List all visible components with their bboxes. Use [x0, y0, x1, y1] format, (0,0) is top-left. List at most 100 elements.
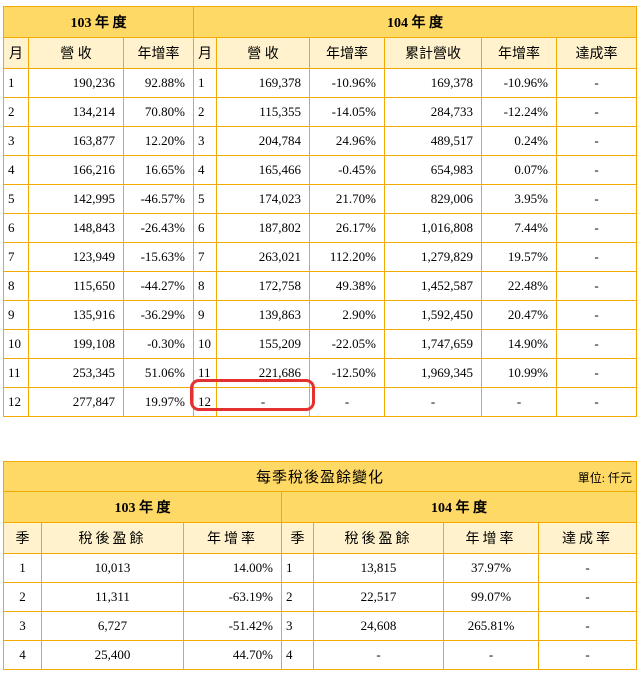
- yoy-cell: 265.81%: [443, 611, 539, 641]
- yoy-cell: -: [309, 387, 385, 417]
- unit-label: 單位: 仟元: [577, 471, 633, 485]
- achievement-rate-cell: -: [537, 640, 638, 670]
- year-103-header: 103 年 度: [3, 6, 194, 38]
- month-cell: 4: [3, 155, 29, 185]
- cumulative-revenue-cell: 1,592,450: [384, 300, 482, 330]
- table-row: 2 11,311 -63.19% 2 22,517 99.07% -: [3, 582, 638, 612]
- month-cell: 5: [3, 184, 29, 214]
- table-row: 3 163,877 12.20% 3 204,784 24.96% 489,517 0.24%…: [3, 126, 637, 156]
- yoy-cell: 14.00%: [183, 553, 282, 583]
- yoy-cell: 44.70%: [183, 640, 282, 670]
- table-row: 7 123,949 -15.63% 7 263,021 112.20% 1,279,829 1…: [3, 242, 637, 272]
- yoy-cell: -36.29%: [123, 300, 194, 330]
- revenue-cell: 166,216: [28, 155, 124, 185]
- quarter-cell: 4: [281, 640, 314, 670]
- achievement-rate-cell: -: [556, 300, 637, 330]
- yoy-cell: -51.42%: [183, 611, 282, 641]
- yoy-cell: -44.27%: [123, 271, 194, 301]
- year-104-header: 104 年 度: [193, 6, 637, 38]
- revenue-cell: 135,916: [28, 300, 124, 330]
- cumulative-revenue-cell: 1,747,659: [384, 329, 482, 359]
- achievement-rate-cell: -: [556, 97, 637, 127]
- yoy-cell: 0.07%: [481, 155, 557, 185]
- year-103-header: 103 年 度: [3, 491, 282, 523]
- highlight-circle: [190, 379, 315, 411]
- revenue-cell: 204,784: [216, 126, 310, 156]
- yoy-cell: 7.44%: [481, 213, 557, 243]
- month-cell: 3: [3, 126, 29, 156]
- yoy-cell: -15.63%: [123, 242, 194, 272]
- yoy-cell: -12.50%: [309, 358, 385, 388]
- table-row: 8 115,650 -44.27% 8 172,758 49.38% 1,452,587 22…: [3, 271, 637, 301]
- achievement-rate-cell: -: [537, 611, 638, 641]
- yoy-cell: -14.05%: [309, 97, 385, 127]
- table-row: 3 6,727 -51.42% 3 24,608 265.81% -: [3, 611, 638, 641]
- achievement-rate-cell: -: [556, 68, 637, 98]
- month-cell: 3: [193, 126, 217, 156]
- month-cell: 5: [193, 184, 217, 214]
- table-row: 5 142,995 -46.57% 5 174,023 21.70% 829,006 3.95…: [3, 184, 637, 214]
- yoy-header: 年增率: [443, 522, 539, 554]
- revenue-cell: 165,466: [216, 155, 310, 185]
- quarter-cell: 3: [281, 611, 314, 641]
- achievement-rate-cell: -: [556, 329, 637, 359]
- revenue-cell: 199,108: [28, 329, 124, 359]
- achievement-rate-cell: -: [537, 582, 638, 612]
- table-row: 6 148,843 -26.43% 6 187,802 26.17% 1,016,808 7.…: [3, 213, 637, 243]
- quarter-cell: 2: [281, 582, 314, 612]
- table-row: 12 277,847 19.97% 12- - - - -: [3, 387, 637, 417]
- yoy-cell: 20.47%: [481, 300, 557, 330]
- month-cell: 12: [3, 387, 29, 417]
- quarterly-title-bar: 每季稅後盈餘變化 單位: 仟元: [2, 461, 638, 492]
- earnings-cell: 11,311: [41, 582, 184, 612]
- month-cell: 10: [193, 329, 217, 359]
- quarterly-earnings-table: 每季稅後盈餘變化 單位: 仟元 103 年 度 104 年 度 季 稅後盈餘 年…: [2, 461, 638, 670]
- earnings-cell: 10,013: [41, 553, 184, 583]
- yoy-cell: -63.19%: [183, 582, 282, 612]
- year-104-header: 104 年 度: [280, 491, 638, 523]
- yoy-cell: 99.07%: [443, 582, 539, 612]
- earnings-header: 稅後盈餘: [313, 522, 444, 554]
- achievement-rate-cell: -: [537, 553, 638, 583]
- revenue-cell: 134,214: [28, 97, 124, 127]
- yoy-cell: 3.95%: [481, 184, 557, 214]
- cumulative-revenue-cell: 1,969,345: [384, 358, 482, 388]
- cumulative-revenue-cell: 284,733: [384, 97, 482, 127]
- achievement-rate-cell: -: [556, 242, 637, 272]
- cumulative-revenue-cell: 1,279,829: [384, 242, 482, 272]
- yoy-cell: 16.65%: [123, 155, 194, 185]
- earnings-cell: 22,517: [313, 582, 444, 612]
- table-row: 10 199,108 -0.30% 10 155,209 -22.05% 1,747,659…: [3, 329, 637, 359]
- quarter-header: 季: [3, 522, 42, 554]
- month-cell: 7: [3, 242, 29, 272]
- yoy-cell: 49.38%: [309, 271, 385, 301]
- cumulative-revenue-cell: 1,452,587: [384, 271, 482, 301]
- yoy-cell: -10.96%: [309, 68, 385, 98]
- quarter-cell: 3: [3, 611, 42, 641]
- cumulative-revenue-cell: 1,016,808: [384, 213, 482, 243]
- month-cell: 9: [193, 300, 217, 330]
- yoy-cell: -: [481, 387, 557, 417]
- month-cell: 6: [193, 213, 217, 243]
- yoy-header: 年增率: [123, 37, 194, 69]
- table-row: 1 190,236 92.88% 1 169,378 -10.96% 169,378 -10.…: [3, 68, 637, 98]
- revenue-cell: 115,355: [216, 97, 310, 127]
- yoy-cell: 112.20%: [309, 242, 385, 272]
- yoy-cell: 19.57%: [481, 242, 557, 272]
- quarter-cell: 1: [3, 553, 42, 583]
- yoy-header: 年增率: [183, 522, 282, 554]
- yoy-cell: 22.48%: [481, 271, 557, 301]
- revenue-cell: 277,847: [28, 387, 124, 417]
- month-cell: 11: [3, 358, 29, 388]
- cumulative-revenue-cell: 654,983: [384, 155, 482, 185]
- revenue-cell: 263,021: [216, 242, 310, 272]
- revenue-cell: 115,650: [28, 271, 124, 301]
- revenue-cell: 190,236: [28, 68, 124, 98]
- revenue-cell: 123,949: [28, 242, 124, 272]
- earnings-cell: 24,608: [313, 611, 444, 641]
- revenue-cell: 142,995: [28, 184, 124, 214]
- achievement-rate-cell: -: [556, 184, 637, 214]
- cumulative-revenue-cell: 489,517: [384, 126, 482, 156]
- yoy-cell: -46.57%: [123, 184, 194, 214]
- month-cell: 1: [3, 68, 29, 98]
